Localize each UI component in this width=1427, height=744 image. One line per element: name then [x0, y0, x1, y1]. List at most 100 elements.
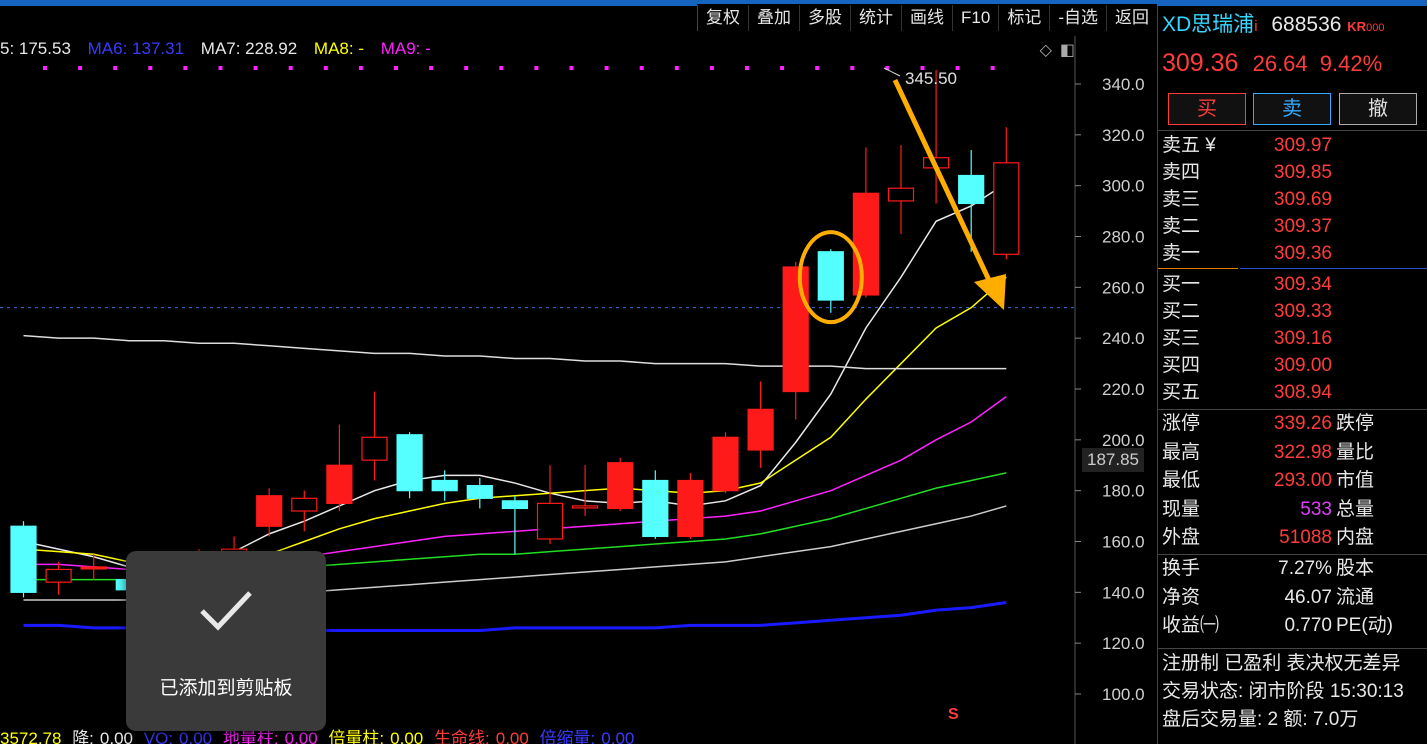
- jiang-label: 降:: [72, 729, 94, 744]
- axis-tick-label: 200.0: [1102, 431, 1145, 450]
- bid-row: 买一 309.34: [1162, 272, 1332, 298]
- ma7-value: MA7: 228.92: [200, 39, 298, 58]
- bid-value: 308.94: [1273, 382, 1332, 403]
- ma8-value: MA8: -: [313, 39, 364, 58]
- axis-tick-label: 160.0: [1102, 533, 1145, 552]
- cancel-button[interactable]: 撤: [1339, 93, 1417, 125]
- stat2-value: 0.770: [1284, 615, 1332, 636]
- signal-dot: [218, 66, 223, 70]
- stat-label2: 内盘: [1336, 527, 1375, 548]
- stock-name: XD思瑞浦: [1162, 13, 1255, 36]
- beiliang-label: 倍量柱:: [328, 729, 385, 744]
- stat2-label: 收益㈠: [1162, 615, 1220, 636]
- ma-legend: 5: 175.53 MA6: 137.31 MA7: 228.92 MA8: -…: [0, 39, 443, 61]
- clipboard-toast: 已添加到剪贴板: [126, 551, 326, 731]
- axis-tick-label: 100.0: [1102, 685, 1145, 704]
- signal-dot: [288, 66, 293, 70]
- kr-number: 000: [1366, 22, 1385, 34]
- candle-body: [993, 162, 1020, 255]
- toolbar-tongji[interactable]: 统计: [850, 5, 901, 31]
- stat-label: 涨停: [1162, 413, 1201, 434]
- trade-status: 交易状态: 闭市阶段 15:30:13: [1162, 681, 1404, 702]
- candle-body: [782, 266, 809, 393]
- stat2-row: 净资 46.07 流通: [1162, 585, 1374, 611]
- diamond-icon[interactable]: ◇: [1040, 40, 1052, 60]
- stat-row: 现量 533 总量: [1162, 497, 1374, 523]
- candle-body: [642, 479, 669, 538]
- toolbar-biaoji[interactable]: 标记: [998, 5, 1049, 31]
- info-icon[interactable]: i: [1254, 18, 1257, 35]
- divider: [1158, 554, 1427, 555]
- toast-message: 已添加到剪贴板: [159, 678, 293, 699]
- price-change: 26.64: [1252, 51, 1308, 76]
- bid-row: 买五 308.94: [1162, 380, 1332, 406]
- signal-dot: [429, 66, 434, 70]
- chart-corner-icons: ◇ ◧: [1040, 40, 1075, 60]
- bid-label: 买三: [1162, 328, 1201, 349]
- signal-dot: [745, 66, 749, 70]
- stat-label: 最低: [1162, 470, 1201, 491]
- shengming-label: 生命线:: [434, 729, 490, 744]
- panel-toggle-icon[interactable]: ◧: [1060, 40, 1075, 60]
- bid-value: 309.33: [1273, 301, 1332, 322]
- ask-value: 309.97: [1273, 135, 1332, 156]
- signal-dot: [604, 66, 609, 70]
- tag-line: 注册制 已盈利 表决权无差异: [1162, 653, 1401, 674]
- stat-value: 533: [1300, 498, 1332, 520]
- vo-label: VO:: [143, 729, 174, 744]
- stat-row: 外盘 51088 内盘: [1162, 525, 1374, 551]
- toolbar-duogu[interactable]: 多股: [799, 5, 850, 31]
- signal-dot: [253, 66, 258, 70]
- bid-row: 买三 309.16: [1162, 326, 1332, 352]
- stat2-label2: 股本: [1336, 558, 1375, 579]
- divider: [1158, 130, 1427, 131]
- toolbar-fuquan[interactable]: 复权: [697, 5, 748, 31]
- signal-dot: [43, 66, 47, 70]
- shengming-value: 0.00: [495, 729, 529, 744]
- axis-tick-label: 320.0: [1102, 126, 1145, 145]
- toolbar-fanhui[interactable]: 返回: [1106, 5, 1157, 31]
- beisuo-label: 倍缩量:: [539, 729, 596, 744]
- axis-tick-label: 140.0: [1102, 583, 1145, 602]
- bid-label: 买五: [1162, 382, 1201, 403]
- bid-value: 309.16: [1273, 328, 1332, 349]
- buy-button[interactable]: 买: [1168, 93, 1246, 125]
- ask-value: 309.69: [1273, 189, 1332, 210]
- stat2-label2: PE(动): [1336, 615, 1394, 636]
- sell-button[interactable]: 卖: [1253, 93, 1331, 125]
- ask-value: 309.85: [1273, 162, 1332, 183]
- down-arrow-head: [974, 274, 1006, 310]
- stat2-value: 7.27%: [1278, 558, 1332, 579]
- axis-tick-label: 180.0: [1102, 482, 1145, 501]
- stat2-label: 净资: [1162, 586, 1201, 608]
- toolbar-huaxian[interactable]: 画线: [901, 5, 952, 31]
- signal-dot: [499, 66, 504, 70]
- stat-value: 293.00: [1273, 470, 1332, 491]
- signal-dot: [990, 66, 995, 70]
- candle-body: [396, 434, 423, 492]
- ask-label: 卖二: [1162, 216, 1201, 237]
- high-pointer: [883, 67, 901, 77]
- axis-tick-label: 300.0: [1102, 177, 1145, 196]
- signal-dot: [674, 66, 679, 70]
- checkmark-icon: [200, 591, 252, 631]
- candle-body: [256, 495, 283, 527]
- candle-body: [80, 566, 107, 570]
- jiang-value: 0.00: [99, 729, 134, 744]
- toolbar-zixuan[interactable]: -自选: [1049, 5, 1106, 31]
- stat2-value: 46.07: [1284, 586, 1332, 608]
- stock-header: XD思瑞浦i 688536 KR000: [1162, 12, 1384, 38]
- signal-dot: [394, 66, 398, 70]
- signal-dot: [815, 66, 820, 70]
- toolbar-f10[interactable]: F10: [952, 5, 998, 31]
- candle-body: [677, 479, 704, 538]
- price-line: 309.36 26.64 9.42%: [1162, 50, 1382, 76]
- candle-body: [536, 502, 564, 540]
- ask-label: 卖四: [1162, 162, 1201, 183]
- current-price: 309.36: [1162, 49, 1239, 77]
- toolbar-diejia[interactable]: 叠加: [748, 5, 799, 31]
- signal-dot: [780, 66, 785, 70]
- kr-tag: KR: [1347, 19, 1367, 34]
- kline-chart[interactable]: 340.0 320.0 300.0 280.0 260.0 240.0 220.0 200.0…: [0, 6, 1157, 744]
- divider: [1158, 409, 1427, 410]
